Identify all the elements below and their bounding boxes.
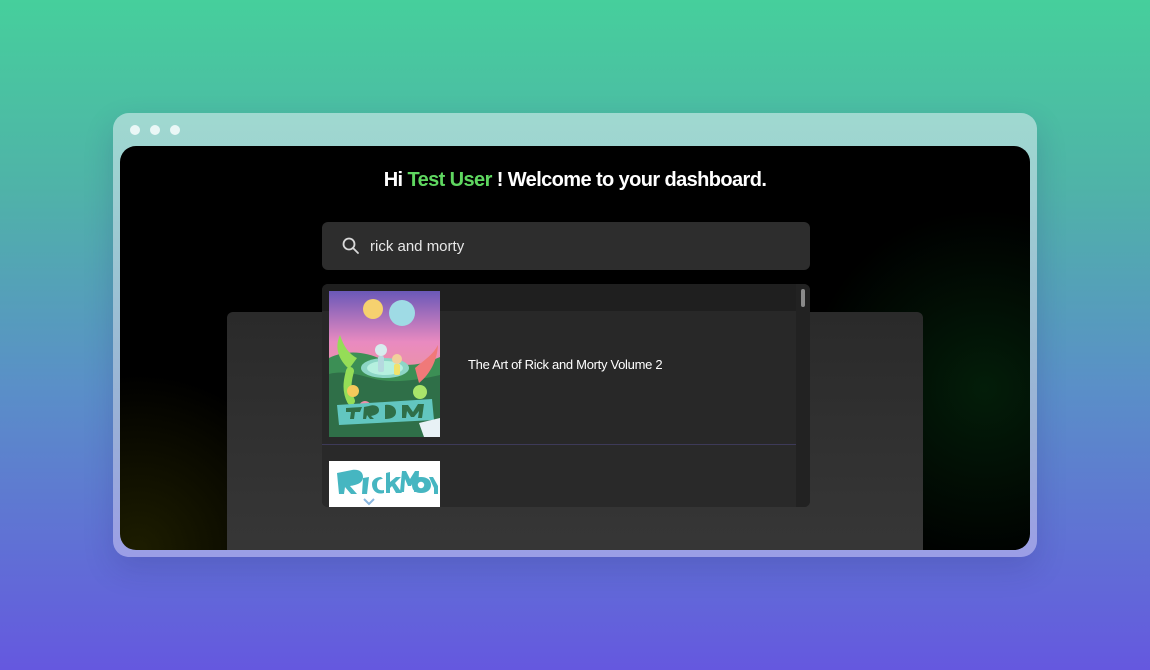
results-scrollbar-thumb[interactable] bbox=[801, 289, 805, 307]
browser-window-frame: Hi Test User ! Welcome to your dashboard… bbox=[113, 113, 1037, 557]
search-icon bbox=[342, 237, 360, 255]
result-title[interactable]: The Art of Rick and Morty Volume 2 bbox=[468, 356, 663, 374]
results-scrollbar[interactable] bbox=[796, 284, 810, 507]
user-name: Test User bbox=[407, 169, 492, 191]
book-cover-image bbox=[329, 291, 440, 437]
search-result-item[interactable] bbox=[322, 445, 796, 507]
welcome-suffix: ! Welcome to your dashboard. bbox=[496, 169, 767, 191]
search-result-item[interactable]: The Art of Rick and Morty Volume 2 bbox=[322, 284, 796, 445]
book-cover-image bbox=[329, 461, 440, 507]
window-controls bbox=[130, 125, 180, 135]
window-control-dot[interactable] bbox=[150, 125, 160, 135]
search-bar[interactable] bbox=[322, 222, 810, 270]
welcome-prefix: Hi bbox=[383, 169, 403, 191]
search-results-dropdown[interactable]: The Art of Rick and Morty Volume 2 bbox=[322, 284, 810, 507]
welcome-heading: Hi Test User ! Welcome to your dashboard… bbox=[120, 166, 1030, 194]
window-control-dot[interactable] bbox=[130, 125, 140, 135]
dashboard-screen: Hi Test User ! Welcome to your dashboard… bbox=[120, 146, 1030, 550]
window-control-dot[interactable] bbox=[170, 125, 180, 135]
search-input[interactable] bbox=[370, 232, 790, 260]
